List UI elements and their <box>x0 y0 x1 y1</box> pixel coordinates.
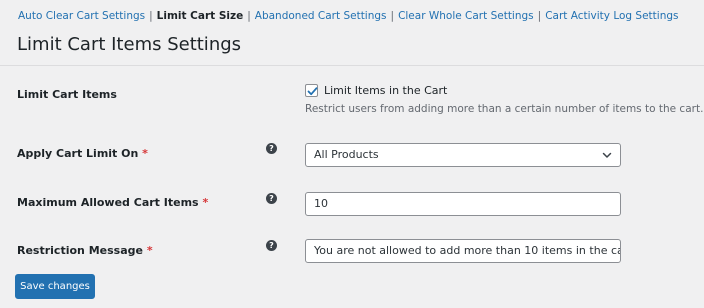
limit-items-description: Restrict users from adding more than a c… <box>305 103 704 115</box>
limit-items-checkbox[interactable] <box>305 84 318 97</box>
subnav-link-clear-whole-cart[interactable]: Clear Whole Cart Settings <box>398 10 534 22</box>
page-title: Limit Cart Items Settings <box>17 34 242 55</box>
question-circle-icon[interactable]: ? <box>266 193 277 204</box>
subnav-separator: | <box>149 10 153 22</box>
question-circle-icon[interactable]: ? <box>266 240 277 251</box>
title-divider <box>0 65 704 66</box>
apply-cart-limit-label: Apply Cart Limit On * <box>17 147 148 160</box>
apply-cart-limit-label-text: Apply Cart Limit On <box>17 147 139 160</box>
limit-items-checkbox-label[interactable]: Limit Items in the Cart <box>324 84 447 97</box>
apply-cart-limit-select[interactable]: All Products <box>305 143 621 167</box>
limit-cart-items-label: Limit Cart Items <box>17 88 117 101</box>
subnav-link-cart-activity-log[interactable]: Cart Activity Log Settings <box>545 10 678 22</box>
restriction-message-label: Restriction Message * <box>17 244 153 257</box>
required-mark: * <box>146 244 153 257</box>
settings-subnav: Auto Clear Cart Settings | Limit Cart Size… <box>18 10 679 22</box>
restriction-message-input[interactable]: You are not allowed to add more than 10 … <box>305 239 621 263</box>
subnav-separator: | <box>247 10 251 22</box>
checkmark-icon <box>307 87 318 96</box>
restriction-message-label-text: Restriction Message <box>17 244 143 257</box>
subnav-separator: | <box>390 10 395 22</box>
question-circle-icon[interactable]: ? <box>266 143 277 154</box>
apply-cart-limit-value: All Products <box>314 148 379 161</box>
subnav-link-abandoned-cart[interactable]: Abandoned Cart Settings <box>255 10 387 22</box>
required-mark: * <box>142 147 148 160</box>
subnav-separator: | <box>537 10 542 22</box>
max-cart-items-label-text: Maximum Allowed Cart Items <box>17 196 199 209</box>
chevron-down-icon <box>602 152 612 158</box>
max-cart-items-input[interactable]: 10 <box>305 192 621 216</box>
required-mark: * <box>202 196 209 209</box>
max-cart-items-label: Maximum Allowed Cart Items * <box>17 196 208 209</box>
save-changes-button[interactable]: Save changes <box>15 274 95 299</box>
subnav-link-auto-clear[interactable]: Auto Clear Cart Settings <box>18 10 145 22</box>
subnav-link-limit-cart-size[interactable]: Limit Cart Size <box>157 10 244 22</box>
